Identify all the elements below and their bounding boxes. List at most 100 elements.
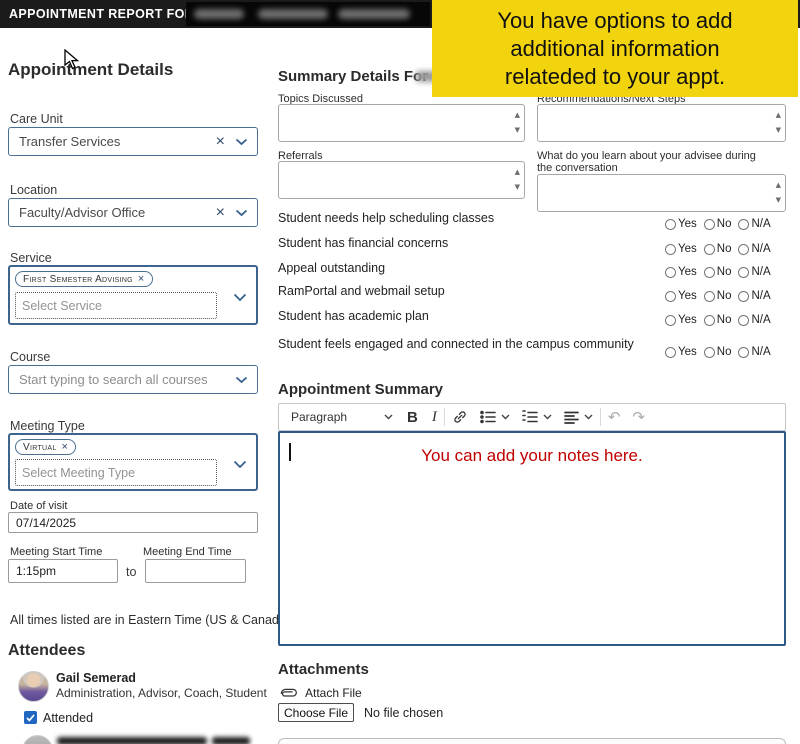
chevron-down-icon[interactable] bbox=[233, 138, 257, 146]
radio-label: N/A bbox=[751, 314, 770, 326]
italic-button[interactable]: I bbox=[432, 409, 437, 426]
undo-icon[interactable]: ↶ bbox=[608, 408, 621, 426]
meeting-type-selected-pill[interactable]: Virtual × bbox=[15, 439, 76, 455]
radio-na[interactable] bbox=[738, 219, 749, 230]
page-title: APPOINTMENT REPORT FOR bbox=[0, 7, 194, 21]
spinner-up-icon[interactable]: ▲ bbox=[776, 112, 781, 119]
attach-file-label: Attach File bbox=[305, 686, 362, 700]
paragraph-style-value: Paragraph bbox=[291, 410, 347, 424]
spinner-down-icon[interactable]: ▼ bbox=[776, 127, 781, 134]
align-text-icon[interactable] bbox=[564, 411, 579, 424]
attended-checkbox[interactable] bbox=[24, 711, 37, 724]
radio-na[interactable] bbox=[738, 244, 749, 255]
spinner-down-icon[interactable]: ▼ bbox=[776, 197, 781, 204]
chevron-down-icon[interactable] bbox=[231, 293, 256, 302]
recommendations-textarea[interactable]: ▲ ▼ bbox=[537, 104, 786, 142]
radio-label: N/A bbox=[751, 266, 770, 278]
radio-group: Yes No N/A bbox=[665, 218, 771, 230]
spinner-down-icon[interactable]: ▼ bbox=[515, 184, 520, 191]
appointment-summary-heading: Appointment Summary bbox=[278, 381, 443, 398]
location-select[interactable]: Faculty/Advisor Office × bbox=[8, 198, 258, 227]
radio-group: Yes No N/A bbox=[665, 243, 771, 255]
radio-yes[interactable] bbox=[665, 219, 676, 230]
radio-yes[interactable] bbox=[665, 244, 676, 255]
radio-no[interactable] bbox=[704, 267, 715, 278]
advisee-textarea[interactable]: ▲ ▼ bbox=[537, 174, 786, 212]
referrals-textarea[interactable]: ▲ ▼ bbox=[278, 161, 525, 199]
meeting-start-time-input[interactable]: 1:15pm bbox=[8, 559, 118, 583]
radio-yes[interactable] bbox=[665, 347, 676, 358]
radio-no[interactable] bbox=[704, 219, 715, 230]
attendee-roles: Administration, Advisor, Coach, Student bbox=[56, 686, 267, 700]
question-label: Student feels engaged and connected in t… bbox=[278, 337, 634, 351]
radio-no[interactable] bbox=[704, 315, 715, 326]
date-of-visit-input[interactable]: 07/14/2025 bbox=[8, 512, 258, 533]
choose-file-button[interactable]: Choose File bbox=[278, 703, 354, 722]
meeting-type-placeholder: Select Meeting Type bbox=[16, 466, 135, 480]
redaction-blur bbox=[57, 737, 207, 744]
radio-na[interactable] bbox=[738, 347, 749, 358]
radio-group: Yes No N/A bbox=[665, 346, 771, 358]
location-value: Faculty/Advisor Office bbox=[9, 205, 208, 220]
date-of-visit-label: Date of visit bbox=[10, 500, 67, 512]
redaction-blur bbox=[194, 9, 244, 19]
attach-file-row[interactable]: Attach File bbox=[278, 686, 362, 700]
clear-x-icon[interactable]: × bbox=[208, 134, 233, 150]
spinner-down-icon[interactable]: ▼ bbox=[515, 127, 520, 134]
radio-no[interactable] bbox=[704, 347, 715, 358]
radio-no[interactable] bbox=[704, 244, 715, 255]
remove-pill-x-icon[interactable]: × bbox=[62, 441, 69, 453]
radio-group: Yes No N/A bbox=[665, 266, 771, 278]
redo-icon[interactable]: ↷ bbox=[632, 408, 645, 426]
radio-no[interactable] bbox=[704, 291, 715, 302]
care-unit-select[interactable]: Transfer Services × bbox=[8, 127, 258, 156]
meeting-type-search-input[interactable]: Select Meeting Type bbox=[15, 459, 217, 486]
spinner-up-icon[interactable]: ▲ bbox=[515, 169, 520, 176]
radio-yes[interactable] bbox=[665, 315, 676, 326]
spinner-up-icon[interactable]: ▲ bbox=[776, 182, 781, 189]
course-select[interactable]: Start typing to search all courses bbox=[8, 365, 258, 394]
care-unit-label: Care Unit bbox=[10, 112, 63, 126]
chevron-down-icon[interactable] bbox=[384, 414, 393, 420]
redacted-student-name bbox=[186, 2, 430, 26]
service-search-input[interactable]: Select Service bbox=[15, 292, 217, 319]
numbered-list-icon[interactable] bbox=[522, 410, 538, 424]
meeting-start-time-label: Meeting Start Time bbox=[10, 546, 102, 558]
radio-label: N/A bbox=[751, 290, 770, 302]
remove-pill-x-icon[interactable]: × bbox=[138, 273, 145, 285]
appointment-summary-editor[interactable]: You can add your notes here. bbox=[278, 431, 786, 646]
redaction-blur bbox=[258, 9, 328, 19]
chevron-down-icon[interactable] bbox=[231, 460, 256, 469]
bullet-list-icon[interactable] bbox=[480, 410, 496, 424]
time-to-label: to bbox=[126, 565, 136, 579]
chevron-down-icon[interactable] bbox=[584, 414, 593, 420]
chevron-down-icon[interactable] bbox=[501, 414, 510, 420]
topics-discussed-textarea[interactable]: ▲ ▼ bbox=[278, 104, 525, 142]
radio-group: Yes No N/A bbox=[665, 314, 771, 326]
radio-yes[interactable] bbox=[665, 291, 676, 302]
spinner-up-icon[interactable]: ▲ bbox=[515, 112, 520, 119]
course-label: Course bbox=[10, 350, 50, 364]
meeting-type-multiselect[interactable]: Virtual × Select Meeting Type bbox=[8, 433, 258, 491]
service-label: Service bbox=[10, 251, 52, 265]
chevron-down-icon[interactable] bbox=[233, 209, 257, 217]
radio-na[interactable] bbox=[738, 291, 749, 302]
redaction-blur bbox=[212, 737, 250, 744]
meeting-start-time-value: 1:15pm bbox=[16, 564, 56, 578]
radio-label: Yes bbox=[678, 266, 697, 278]
care-unit-value: Transfer Services bbox=[9, 134, 208, 149]
clear-x-icon[interactable]: × bbox=[208, 205, 233, 221]
radio-yes[interactable] bbox=[665, 267, 676, 278]
radio-na[interactable] bbox=[738, 315, 749, 326]
question-label: Student has financial concerns bbox=[278, 236, 448, 250]
chevron-down-icon[interactable] bbox=[543, 414, 552, 420]
service-pill-text: First Semester Advising bbox=[23, 274, 133, 285]
meeting-end-time-input[interactable] bbox=[145, 559, 246, 583]
paragraph-style-dropdown[interactable]: Paragraph bbox=[291, 410, 379, 424]
chevron-down-icon[interactable] bbox=[233, 376, 257, 384]
link-icon[interactable] bbox=[452, 409, 468, 425]
service-multiselect[interactable]: First Semester Advising × Select Service bbox=[8, 265, 258, 325]
service-selected-pill[interactable]: First Semester Advising × bbox=[15, 271, 153, 287]
bold-button[interactable]: B bbox=[407, 409, 418, 426]
radio-na[interactable] bbox=[738, 267, 749, 278]
